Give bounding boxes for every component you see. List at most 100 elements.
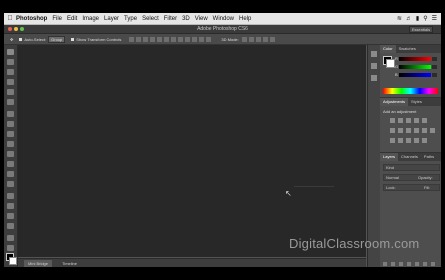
marquee-tool-icon[interactable] — [7, 59, 14, 65]
new-group-icon[interactable] — [415, 262, 419, 266]
list-icon[interactable]: ☰ — [432, 15, 437, 22]
workspace-switcher[interactable]: Essentials — [409, 26, 433, 33]
lasso-tool-icon[interactable] — [7, 69, 14, 75]
levels-icon[interactable] — [398, 118, 403, 123]
history-panel-icon[interactable] — [371, 51, 377, 57]
selective-color-icon[interactable] — [422, 138, 427, 143]
green-slider[interactable]: G — [395, 64, 437, 69]
align-bottom-icon[interactable] — [143, 36, 149, 42]
background-color-swatch[interactable] — [9, 257, 17, 265]
link-layers-icon[interactable] — [383, 262, 387, 266]
3d-roll-icon[interactable] — [248, 36, 254, 42]
tab-channels[interactable]: Channels — [398, 153, 421, 161]
properties-panel-icon[interactable] — [371, 63, 377, 69]
3d-slide-icon[interactable] — [262, 36, 268, 42]
layer-filter-kind[interactable]: Kind — [383, 164, 440, 171]
menu-view[interactable]: View — [195, 16, 208, 22]
adjustment-layer-icon[interactable] — [407, 262, 411, 266]
menu-filter[interactable]: Filter — [164, 16, 177, 22]
history-brush-tool-icon[interactable] — [7, 141, 14, 147]
layer-mask-icon[interactable] — [399, 262, 403, 266]
transform-option[interactable]: Show Transform Controls — [71, 37, 121, 42]
invert-icon[interactable] — [390, 138, 395, 143]
align-right-icon[interactable] — [164, 36, 170, 42]
menu-file[interactable]: File — [52, 16, 62, 22]
align-middle-icon[interactable] — [136, 36, 142, 42]
clone-stamp-tool-icon[interactable] — [7, 131, 14, 137]
menu-select[interactable]: Select — [142, 16, 159, 22]
healing-brush-tool-icon[interactable] — [7, 111, 14, 117]
tab-color[interactable]: Color — [380, 45, 396, 53]
menu-image[interactable]: Image — [82, 16, 99, 22]
eyedropper-tool-icon[interactable] — [7, 99, 14, 105]
color-balance-icon[interactable] — [398, 128, 403, 133]
tab-mini-bridge[interactable]: Mini Bridge — [24, 260, 53, 267]
hand-tool-icon[interactable] — [7, 235, 14, 241]
align-left-icon[interactable] — [150, 36, 156, 42]
auto-select-dropdown[interactable]: Group — [48, 35, 66, 43]
new-layer-icon[interactable] — [423, 262, 427, 266]
dodge-tool-icon[interactable] — [7, 181, 14, 187]
wifi-icon[interactable]: ≋ — [397, 15, 402, 22]
distribute-center-icon[interactable] — [199, 36, 205, 42]
color-spectrum-ramp[interactable] — [383, 88, 438, 94]
gradient-map-icon[interactable] — [414, 138, 419, 143]
info-panel-icon[interactable] — [371, 75, 377, 81]
hue-saturation-icon[interactable] — [390, 128, 395, 133]
tab-timeline[interactable]: Timeline — [58, 260, 81, 267]
tab-adjustments[interactable]: Adjustments — [380, 98, 409, 106]
shape-tool-icon[interactable] — [7, 223, 14, 229]
red-slider[interactable]: R — [395, 56, 437, 61]
menu-layer[interactable]: Layer — [104, 16, 119, 22]
distribute-top-icon[interactable] — [171, 36, 177, 42]
move-tool-icon[interactable] — [7, 49, 14, 55]
menu-3d[interactable]: 3D — [182, 16, 190, 22]
brightness-contrast-icon[interactable] — [390, 118, 395, 123]
volume-icon[interactable]: ♬ — [406, 16, 412, 22]
panel-background-swatch[interactable] — [386, 59, 395, 68]
type-tool-icon[interactable] — [7, 203, 14, 209]
menu-help[interactable]: Help — [239, 16, 251, 22]
path-select-tool-icon[interactable] — [7, 213, 14, 219]
distribute-bottom-icon[interactable] — [185, 36, 191, 42]
transform-checkbox[interactable] — [71, 37, 75, 41]
3d-pan-icon[interactable] — [255, 36, 261, 42]
black-white-icon[interactable] — [406, 128, 411, 133]
move-tool-icon[interactable]: ✥ — [10, 37, 13, 42]
threshold-icon[interactable] — [406, 138, 411, 143]
exposure-icon[interactable] — [414, 118, 419, 123]
align-top-icon[interactable] — [129, 36, 135, 42]
distribute-middle-icon[interactable] — [178, 36, 184, 42]
curves-icon[interactable] — [406, 118, 411, 123]
gradient-tool-icon[interactable] — [7, 161, 14, 167]
tab-paths[interactable]: Paths — [421, 153, 437, 161]
auto-select-checkbox[interactable] — [19, 37, 23, 41]
quick-select-tool-icon[interactable] — [7, 79, 14, 85]
menu-app-name[interactable]: Photoshop — [16, 16, 47, 22]
3d-rotate-icon[interactable] — [241, 36, 247, 42]
channel-mixer-icon[interactable] — [422, 128, 427, 133]
menu-window[interactable]: Window — [213, 16, 234, 22]
pen-tool-icon[interactable] — [7, 193, 14, 199]
tab-swatches[interactable]: Swatches — [396, 45, 419, 53]
align-center-icon[interactable] — [157, 36, 163, 42]
zoom-tool-icon[interactable] — [7, 245, 14, 251]
distribute-left-icon[interactable] — [192, 36, 198, 42]
menu-edit[interactable]: Edit — [67, 16, 77, 22]
tab-layers[interactable]: Layers — [380, 153, 399, 161]
blue-slider[interactable]: B — [395, 72, 437, 77]
blur-tool-icon[interactable] — [7, 171, 14, 177]
layer-style-icon[interactable] — [391, 262, 395, 266]
photo-filter-icon[interactable] — [414, 128, 419, 133]
battery-icon[interactable]: ▮ — [416, 15, 419, 22]
posterize-icon[interactable] — [398, 138, 403, 143]
vibrance-icon[interactable] — [422, 118, 427, 123]
spotlight-icon[interactable]: ⚲ — [423, 15, 427, 22]
document-canvas[interactable] — [18, 45, 366, 257]
eraser-tool-icon[interactable] — [7, 151, 14, 157]
color-lookup-icon[interactable] — [430, 128, 435, 133]
layer-lock-row[interactable]: Lock: Fill: — [383, 184, 440, 191]
blend-mode-dropdown[interactable]: Normal Opacity: — [383, 174, 440, 181]
crop-tool-icon[interactable] — [7, 89, 14, 95]
3d-scale-icon[interactable] — [269, 36, 275, 42]
